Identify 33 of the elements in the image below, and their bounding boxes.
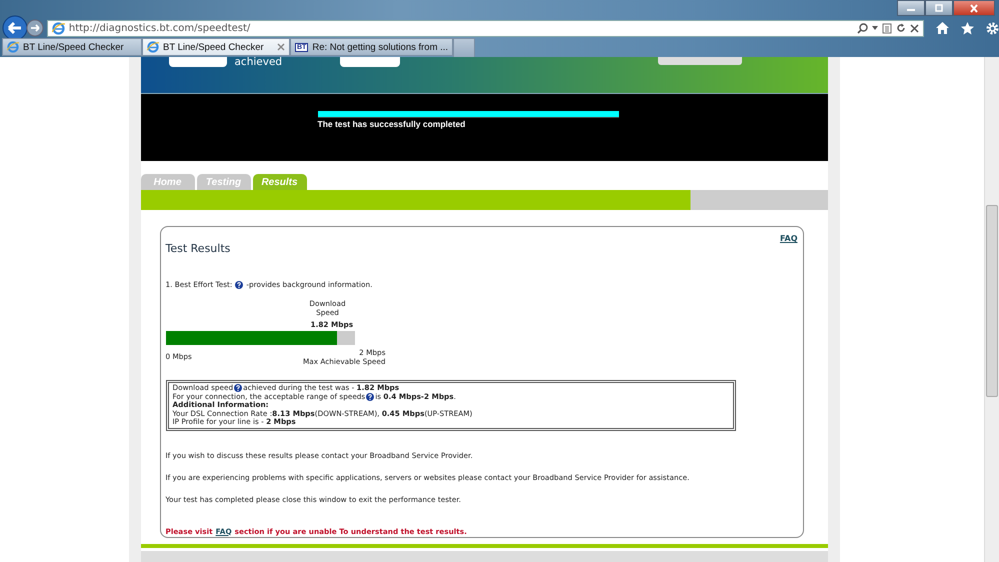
favorites-star-icon[interactable] bbox=[961, 22, 974, 34]
restore-icon bbox=[934, 4, 944, 12]
search-icon[interactable] bbox=[857, 22, 868, 34]
address-field[interactable]: http://diagnostics.bt.com/speedtest/ bbox=[46, 20, 924, 36]
scrollbar[interactable] bbox=[984, 57, 999, 562]
minimize-button[interactable] bbox=[897, 0, 925, 16]
result-field bbox=[168, 57, 226, 67]
restore-button[interactable] bbox=[925, 0, 953, 16]
compatibility-icon[interactable] bbox=[882, 22, 892, 34]
dropdown-icon[interactable] bbox=[872, 26, 878, 30]
help-icon[interactable] bbox=[235, 280, 244, 288]
settings-icon[interactable] bbox=[986, 22, 999, 34]
refresh-icon[interactable] bbox=[896, 23, 906, 33]
result-field bbox=[340, 57, 400, 67]
faq-link[interactable]: FAQ bbox=[780, 234, 798, 243]
help-icon[interactable] bbox=[366, 392, 374, 401]
new-tab-button[interactable] bbox=[453, 38, 476, 58]
home-icon[interactable] bbox=[936, 22, 950, 34]
forward-icon[interactable] bbox=[26, 19, 44, 37]
close-tab-icon[interactable] bbox=[277, 43, 285, 51]
close-icon bbox=[969, 4, 979, 12]
scroll-thumb[interactable] bbox=[986, 205, 998, 397]
header-caption: achieved bbox=[234, 57, 282, 68]
browser-tab[interactable]: BT Line/Speed Checker bbox=[142, 38, 290, 56]
help-icon[interactable] bbox=[234, 384, 242, 392]
ie-icon bbox=[7, 41, 19, 53]
close-button[interactable] bbox=[953, 0, 995, 16]
status-message: The test has successfully completed bbox=[318, 119, 466, 129]
ie-icon bbox=[52, 22, 65, 34]
ie-icon bbox=[147, 41, 159, 53]
card-title: Test Results bbox=[166, 242, 230, 255]
browser-tab[interactable]: BT Line/Speed Checker bbox=[2, 38, 142, 56]
stop-icon[interactable] bbox=[910, 24, 920, 32]
